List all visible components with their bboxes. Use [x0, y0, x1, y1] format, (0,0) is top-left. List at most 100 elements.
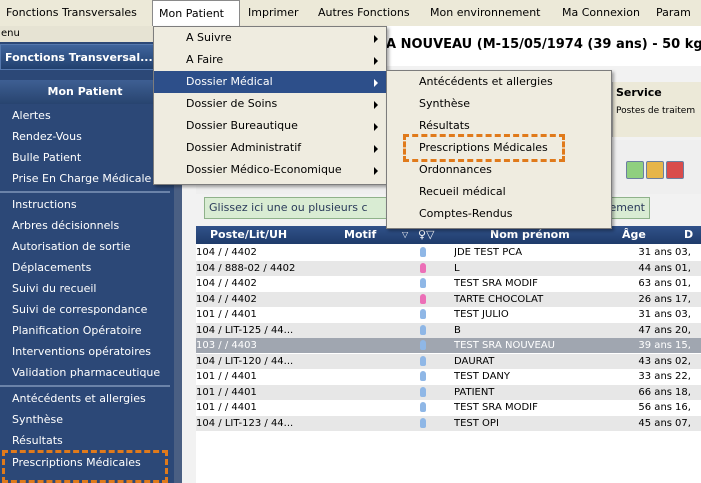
- sidebar-item-synthese[interactable]: Synthèse: [12, 410, 170, 430]
- table-row[interactable]: 101 / / 4401 TEST DANY 33 ans 22,: [196, 369, 701, 384]
- table-row[interactable]: 101 / / 4401 TEST JULIO 31 ans 03,: [196, 307, 701, 322]
- cell-poste: 103 / / 4403: [196, 340, 257, 351]
- sex-icon: [420, 417, 426, 428]
- cell-date: 15,: [675, 340, 691, 351]
- column-header-poste[interactable]: Poste/Lit/UH: [210, 226, 287, 244]
- highlight-prescriptions-sidebar: [2, 450, 168, 483]
- cell-poste: 104 / LIT-123 / 44...: [196, 417, 294, 429]
- sidebar-item-planification[interactable]: Planification Opératoire: [12, 321, 170, 341]
- cell-nom: TEST DANY: [454, 371, 511, 382]
- sex-icon: [420, 340, 426, 350]
- submenu-item-synthese[interactable]: Synthèse: [387, 93, 611, 115]
- table-row[interactable]: 103 / / 4403 TEST SRA NOUVEAU 39 ans 15,: [196, 338, 701, 353]
- sidebar-item-prise-en-charge[interactable]: Prise En Charge Médicale: [12, 169, 170, 189]
- submenu-item-antecedents[interactable]: Antécédents et allergies: [387, 71, 611, 93]
- sidebar-item-rendez-vous[interactable]: Rendez-Vous: [12, 127, 170, 147]
- menu-item-a-faire[interactable]: A Faire: [154, 49, 386, 71]
- sidebar-menu-strip: enu: [0, 26, 174, 42]
- toolbar-green-icon[interactable]: [626, 161, 644, 179]
- cell-date: 07,: [675, 417, 691, 429]
- menu-item-a-suivre[interactable]: A Suivre: [154, 27, 386, 49]
- menubar-imprimer[interactable]: Imprimer: [242, 0, 305, 26]
- service-value: Postes de traitem: [616, 106, 696, 116]
- sidebar-separator: [0, 191, 170, 193]
- menu-item-dossier-medical[interactable]: Dossier Médical: [154, 71, 386, 93]
- menubar-parametres[interactable]: Param: [650, 0, 697, 26]
- cell-date: 17,: [675, 293, 691, 305]
- table-row[interactable]: 104 / LIT-123 / 44... TEST OPI 45 ans 07,: [196, 415, 701, 431]
- toolbar-yellow-icon[interactable]: [646, 161, 664, 179]
- sex-icon: [420, 247, 426, 257]
- submenu-item-recueil[interactable]: Recueil médical: [387, 181, 611, 203]
- cell-age: 26 ans: [638, 293, 672, 305]
- sidebar-item-suivi-recueil[interactable]: Suivi du recueil: [12, 279, 170, 299]
- cell-age: 44 ans: [638, 262, 672, 274]
- submenu-item-ordonnances[interactable]: Ordonnances: [387, 159, 611, 181]
- chevron-right-icon: [374, 167, 378, 175]
- cell-nom: DAURAT: [454, 355, 495, 367]
- sidebar-item-validation[interactable]: Validation pharmaceutique: [12, 363, 170, 383]
- sidebar-item-antecedents[interactable]: Antécédents et allergies: [12, 389, 170, 409]
- table-row[interactable]: 104 / LIT-120 / 44... DAURAT 43 ans 02,: [196, 353, 701, 369]
- cell-age: 39 ans: [638, 340, 672, 351]
- menubar-fonctions-transversales[interactable]: Fonctions Transversales: [0, 0, 143, 26]
- drop-zone-text: Glissez ici une ou plusieurs c: [209, 201, 368, 214]
- sidebar-item-resultats[interactable]: Résultats: [12, 431, 170, 451]
- cell-nom: TEST SRA MODIF: [454, 402, 538, 413]
- cell-poste: 104 / LIT-120 / 44...: [196, 355, 294, 367]
- menubar-mon-patient[interactable]: Mon Patient: [152, 0, 240, 27]
- cell-poste: 101 / / 4401: [196, 309, 257, 320]
- sex-icon: [420, 278, 426, 288]
- cell-age: 47 ans: [638, 324, 672, 336]
- table-row[interactable]: 104 / LIT-125 / 44... B 47 ans 20,: [196, 322, 701, 338]
- sidebar-item-deplacements[interactable]: Déplacements: [12, 258, 170, 278]
- table-row[interactable]: 104 / / 4402 TARTE CHOCOLAT 26 ans 17,: [196, 291, 701, 307]
- sidebar-item-suivi-correspondance[interactable]: Suivi de correspondance: [12, 300, 170, 320]
- sidebar-item-interventions[interactable]: Interventions opératoires: [12, 342, 170, 362]
- table-row[interactable]: 104 / 888-02 / 4402 L 44 ans 01,: [196, 260, 701, 276]
- menu-item-dossier-medico-eco[interactable]: Dossier Médico-Economique: [154, 159, 386, 181]
- cell-nom: TEST OPI: [454, 417, 499, 429]
- sidebar-item-arbres[interactable]: Arbres décisionnels: [12, 216, 170, 236]
- sex-icon: [420, 386, 426, 397]
- toolbar-red-icon[interactable]: [666, 161, 684, 179]
- sex-icon: [420, 371, 426, 381]
- column-header-motif[interactable]: Motif: [344, 226, 376, 244]
- sidebar-item-bulle-patient[interactable]: Bulle Patient: [12, 148, 170, 168]
- chevron-right-icon: [374, 101, 378, 109]
- submenu-item-comptes-rendus[interactable]: Comptes-Rendus: [387, 203, 611, 225]
- menubar-mon-environnement[interactable]: Mon environnement: [424, 0, 546, 26]
- table-row[interactable]: 104 / / 4402 TEST SRA MODIF 63 ans 01,: [196, 276, 701, 291]
- menu-item-dossier-bureautique[interactable]: Dossier Bureautique: [154, 115, 386, 137]
- sidebar-item-autorisation[interactable]: Autorisation de sortie: [12, 237, 170, 257]
- table-row[interactable]: 101 / / 4401 PATIENT 66 ans 18,: [196, 384, 701, 400]
- sidebar-separator: [0, 385, 170, 387]
- sidebar-item-alertes[interactable]: Alertes: [12, 106, 170, 126]
- cell-nom: JDE TEST PCA: [454, 247, 523, 258]
- menu-item-label: Dossier Bureautique: [186, 119, 298, 132]
- cell-nom: TEST SRA MODIF: [454, 278, 538, 289]
- table-row[interactable]: 101 / / 4401 TEST SRA MODIF 56 ans 16,: [196, 400, 701, 415]
- column-header-date[interactable]: D: [684, 226, 693, 244]
- cell-age: 31 ans: [638, 247, 672, 258]
- table-row[interactable]: 104 / / 4402 JDE TEST PCA 31 ans 03,: [196, 245, 701, 260]
- chevron-right-icon: [374, 145, 378, 153]
- sex-icon: [420, 293, 426, 304]
- cell-date: 18,: [675, 386, 691, 398]
- chevron-right-icon: [374, 123, 378, 131]
- service-label: Service: [616, 86, 662, 99]
- cell-poste: 101 / / 4401: [196, 386, 257, 398]
- menubar-autres-fonctions[interactable]: Autres Fonctions: [312, 0, 416, 26]
- cell-age: 33 ans: [638, 371, 672, 382]
- sex-icon: [420, 355, 426, 366]
- menu-item-dossier-administratif[interactable]: Dossier Administratif: [154, 137, 386, 159]
- cell-date: 16,: [675, 402, 691, 413]
- cell-date: 20,: [675, 324, 691, 336]
- chevron-right-icon: [374, 57, 378, 65]
- sidebar-mon-patient-header[interactable]: Mon Patient: [0, 80, 170, 104]
- menu-item-dossier-soins[interactable]: Dossier de Soins: [154, 93, 386, 115]
- sidebar-fonctions-header[interactable]: Fonctions Transversal...: [0, 44, 170, 70]
- sidebar-item-instructions[interactable]: Instructions: [12, 195, 170, 215]
- menubar-ma-connexion[interactable]: Ma Connexion: [556, 0, 646, 26]
- column-header-age[interactable]: Âge: [622, 226, 646, 244]
